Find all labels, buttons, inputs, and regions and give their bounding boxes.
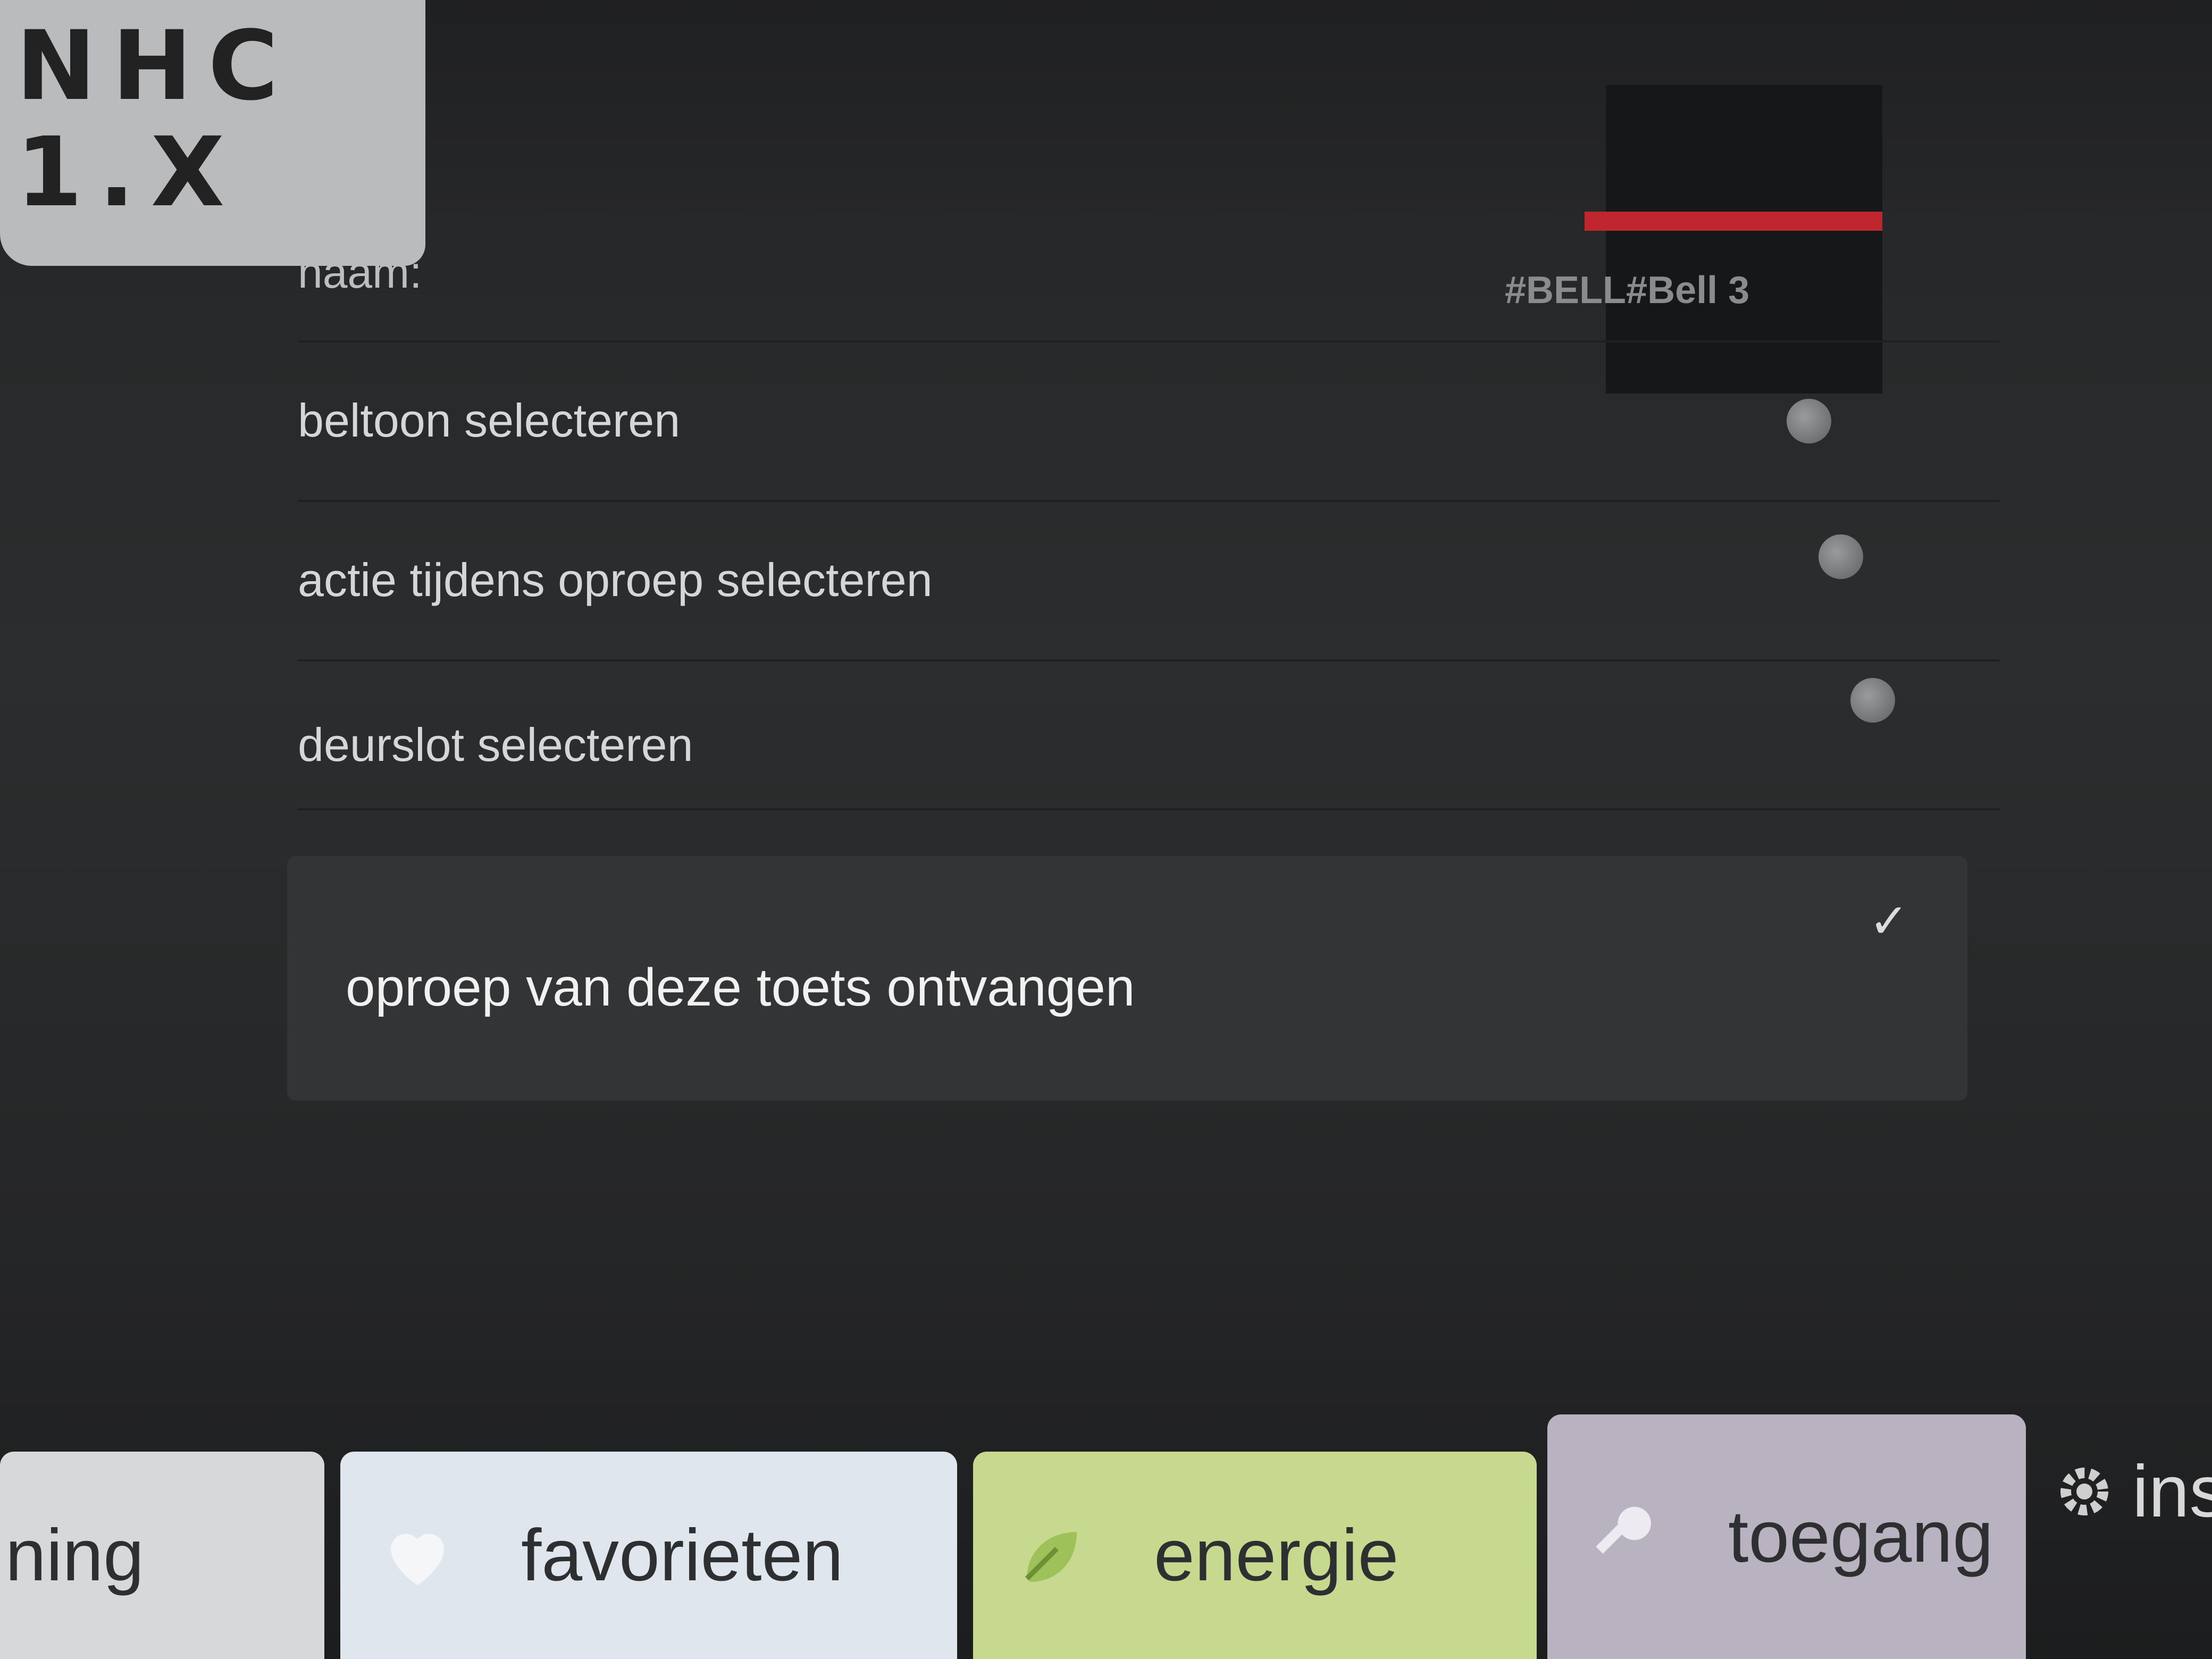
ringtone-select-label: beltoon selecteren bbox=[298, 394, 681, 447]
tab-favorieten[interactable]: favorieten bbox=[340, 1452, 957, 1659]
door-lock-select-label: deurslot selecteren bbox=[298, 718, 693, 771]
key-icon bbox=[1596, 1506, 1651, 1554]
tab-label: energie bbox=[1154, 1514, 1399, 1596]
tab-instellingen[interactable]: ins bbox=[2042, 1388, 2212, 1595]
checkmark-icon[interactable]: ✓ bbox=[1869, 893, 1909, 949]
tab-label: ning bbox=[5, 1514, 144, 1596]
gear-icon bbox=[2060, 1468, 2108, 1515]
tab-toegang[interactable]: toegang bbox=[1547, 1414, 2026, 1659]
sticky-note-line: 1.X bbox=[16, 117, 241, 228]
tab-label: favorieten bbox=[521, 1514, 844, 1596]
receive-call-checkbox-label: oproep van deze toets ontvangen bbox=[346, 958, 1135, 1017]
leaf-icon bbox=[1025, 1532, 1077, 1582]
heart-icon bbox=[391, 1534, 444, 1586]
name-field-accent-bar bbox=[1585, 212, 1882, 231]
tab-ning[interactable]: ning bbox=[0, 1452, 324, 1659]
name-value-field[interactable] bbox=[1606, 85, 1882, 393]
tab-label: ins bbox=[2132, 1450, 2212, 1532]
door-lock-select-row[interactable]: deurslot selecteren bbox=[298, 718, 1999, 772]
name-row: naam: bbox=[298, 245, 1999, 299]
row-divider bbox=[298, 808, 1999, 810]
ringtone-select-row[interactable]: beltoon selecteren bbox=[298, 393, 1999, 448]
row-divider bbox=[298, 659, 1999, 661]
sticky-note-line: NHC bbox=[16, 11, 295, 122]
ringtone-select-indicator[interactable] bbox=[1787, 399, 1831, 443]
sticky-note: NHC 1.X bbox=[0, 0, 425, 266]
row-divider bbox=[298, 500, 1999, 502]
tablet-screen: #BELL#Bell 3 naam: beltoon selecteren ac… bbox=[0, 0, 2212, 1659]
bottom-tab-bar: ning favorieten energie toegang ins bbox=[0, 1393, 2212, 1659]
call-action-select-row[interactable]: actie tijdens oproep selecteren bbox=[298, 553, 1999, 607]
door-lock-select-indicator[interactable] bbox=[1850, 678, 1895, 723]
tab-label: toegang bbox=[1728, 1495, 1993, 1578]
call-action-select-indicator[interactable] bbox=[1819, 534, 1863, 579]
tab-energie[interactable]: energie bbox=[973, 1452, 1537, 1659]
row-divider bbox=[298, 340, 1999, 342]
receive-call-checkbox-row[interactable]: oproep van deze toets ontvangen ✓ bbox=[287, 856, 1967, 1101]
call-action-select-label: actie tijdens oproep selecteren bbox=[298, 554, 933, 606]
